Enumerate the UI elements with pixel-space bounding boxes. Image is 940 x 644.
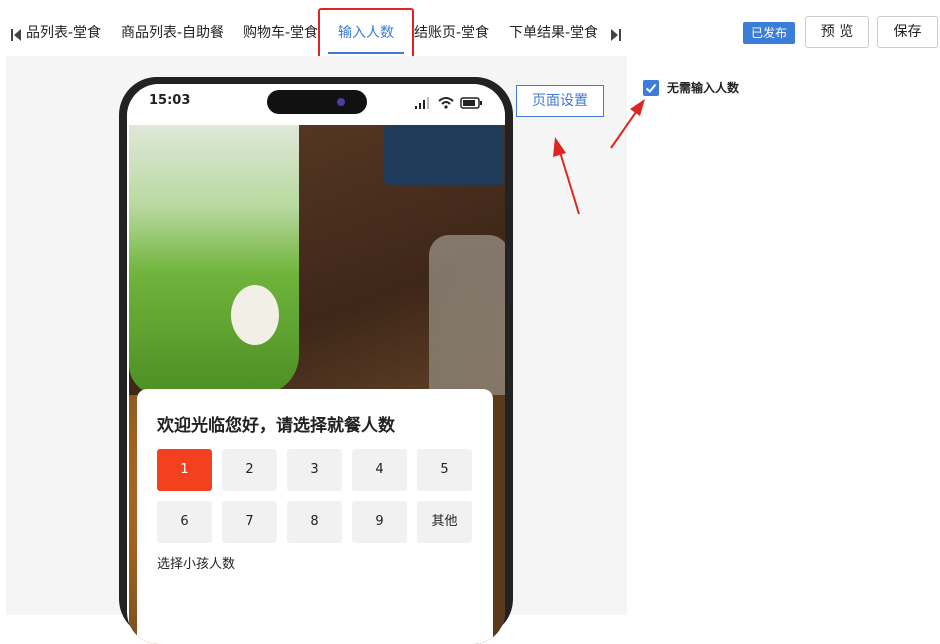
tab-checkout-dine-in[interactable]: 结账页-堂食 [414, 25, 489, 41]
battery-icon [460, 97, 482, 109]
drink-cup [129, 125, 299, 395]
status-time: 15:03 [149, 93, 191, 108]
tab-nav: 品列表-堂食 商品列表-自助餐 购物车-堂食 输入人数 结账页-堂食 下单结果-… [0, 25, 622, 45]
wifi-icon [438, 97, 454, 109]
count-option[interactable]: 4 [352, 449, 407, 491]
top-bar: 品列表-堂食 商品列表-自助餐 购物车-堂食 输入人数 结账页-堂食 下单结果-… [0, 0, 940, 62]
cup-logo [231, 285, 279, 345]
count-option[interactable]: 2 [222, 449, 277, 491]
status-bar: 15:03 [127, 84, 505, 124]
tab-order-result-dine-in[interactable]: 下单结果-堂食 [509, 25, 598, 41]
count-option[interactable]: 1 [157, 449, 212, 491]
party-size-card: 欢迎光临您好，请选择就餐人数 1 2 3 4 5 6 7 8 9 其他 选择小孩… [137, 389, 493, 644]
status-badge: 已发布 [743, 22, 795, 44]
dynamic-island [267, 90, 367, 114]
welcome-title: 欢迎光临您好，请选择就餐人数 [157, 416, 395, 436]
annotation-highlight-box [318, 8, 414, 62]
kids-count-label: 选择小孩人数 [157, 557, 236, 572]
phone-screen: 15:03 欢迎光临您好，请选择就餐人数 1 2 3 4 5 6 7 8 9 其… [127, 84, 505, 644]
count-option[interactable]: 5 [417, 449, 472, 491]
scroll-right-icon[interactable] [610, 27, 622, 43]
signal-icon [415, 97, 429, 109]
tab-cart-dine-in[interactable]: 购物车-堂食 [243, 25, 318, 41]
count-option[interactable]: 7 [222, 501, 277, 543]
table-phone [384, 125, 504, 185]
count-option-other[interactable]: 其他 [417, 501, 472, 543]
scroll-left-icon[interactable] [10, 27, 22, 43]
tab-product-list-buffet[interactable]: 商品列表-自助餐 [121, 25, 224, 41]
no-count-checkbox[interactable] [643, 80, 659, 96]
preview-button[interactable]: 预 览 [805, 16, 869, 48]
save-button[interactable]: 保存 [877, 16, 938, 48]
page-settings-button[interactable]: 页面设置 [516, 85, 604, 117]
count-option[interactable]: 3 [287, 449, 342, 491]
checkmark-icon [645, 83, 657, 93]
tab-product-list-dine-in[interactable]: 品列表-堂食 [26, 25, 101, 41]
no-count-label: 无需输入人数 [667, 81, 740, 95]
count-option[interactable]: 8 [287, 501, 342, 543]
count-option[interactable]: 9 [352, 501, 407, 543]
status-icons [415, 97, 482, 109]
phone-preview: 15:03 欢迎光临您好，请选择就餐人数 1 2 3 4 5 6 7 8 9 其… [119, 77, 513, 644]
camera-dot [337, 98, 345, 106]
count-option[interactable]: 6 [157, 501, 212, 543]
